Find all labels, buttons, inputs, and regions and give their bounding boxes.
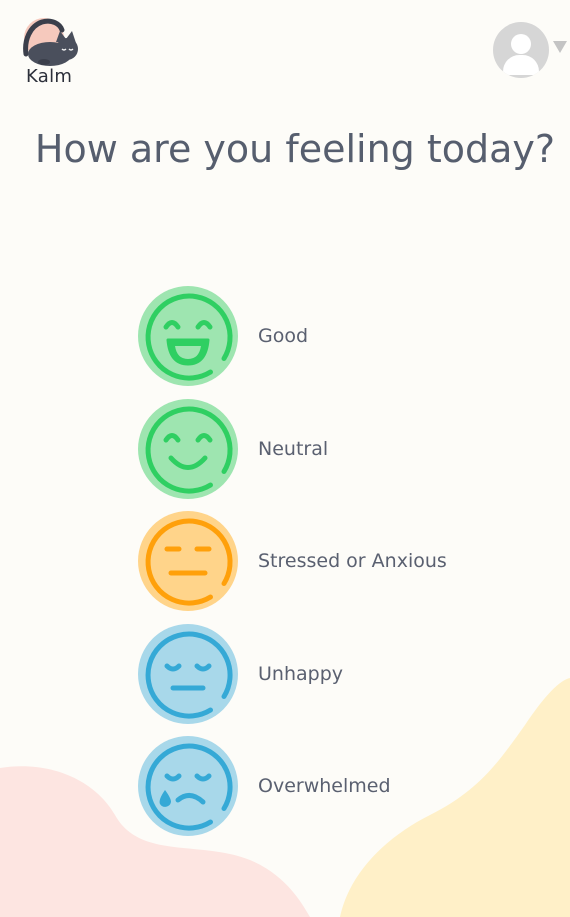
sad-face-icon — [145, 631, 233, 719]
chevron-down-icon[interactable] — [553, 41, 567, 53]
expressionless-face-icon — [145, 518, 233, 606]
mood-face[interactable] — [138, 286, 238, 386]
crying-face-icon — [145, 743, 233, 831]
mood-label: Overwhelmed — [258, 775, 391, 797]
cat-logo-icon — [23, 18, 78, 66]
mood-option-overwhelmed[interactable]: Overwhelmed — [138, 736, 447, 836]
mood-option-unhappy[interactable]: Unhappy — [138, 623, 447, 724]
smiling-face-icon — [145, 406, 233, 494]
mood-face[interactable] — [138, 736, 238, 836]
mood-label: Stressed or Anxious — [258, 550, 447, 572]
mood-face[interactable] — [138, 398, 238, 499]
mood-option-stressed-or-anxious[interactable]: Stressed or Anxious — [138, 511, 447, 611]
mood-label: Good — [258, 325, 309, 347]
mood-label: Neutral — [258, 437, 329, 460]
mood-option-neutral[interactable]: Neutral — [138, 398, 447, 499]
mood-option-good[interactable]: Good — [138, 286, 447, 386]
grinning-face-icon — [145, 293, 233, 381]
mood-list: Good Neutral Stressed or Anxious Unhappy… — [138, 286, 447, 849]
profile-menu[interactable] — [493, 22, 567, 78]
user-avatar-icon[interactable] — [493, 22, 549, 78]
brand-name: Kalm — [26, 66, 73, 87]
mood-label: Unhappy — [258, 662, 343, 685]
kalm-logo[interactable]: Kalm — [22, 16, 82, 88]
mood-face[interactable] — [138, 623, 238, 724]
mood-face[interactable] — [138, 511, 238, 611]
page-title: How are you feeling today? — [34, 127, 556, 171]
